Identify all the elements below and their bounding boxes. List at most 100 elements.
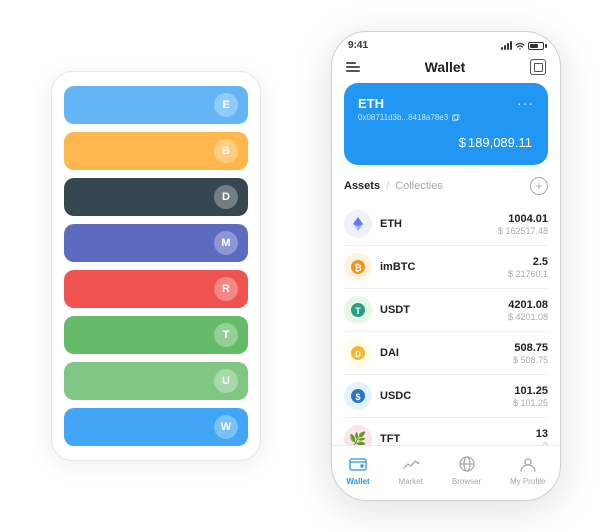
asset-name-dai: DAI: [380, 347, 399, 359]
expand-button[interactable]: [530, 59, 546, 75]
assets-header: Assets / Collecties +: [344, 177, 548, 195]
phone: 9:41 Wallet: [331, 31, 561, 501]
card-icon-7: U: [214, 369, 238, 393]
copy-icon: [452, 114, 460, 122]
card-stack: E B D M R T U W: [51, 71, 261, 461]
wifi-icon: [515, 42, 525, 50]
phone-content: ETH ··· 0x08711d3b...8418a78e3 $189,089.…: [332, 83, 560, 445]
asset-name-eth: ETH: [380, 218, 402, 230]
balance-symbol: $: [459, 135, 466, 150]
profile-icon: [518, 454, 538, 474]
asset-row-dai[interactable]: D DAI 508.75 $ 508.75: [344, 332, 548, 375]
asset-left-tft: 🌿 TFT: [344, 425, 400, 445]
wallet-icon: [348, 454, 368, 474]
signal-icon: [501, 41, 512, 50]
card-icon-2: B: [214, 139, 238, 163]
market-icon: [401, 454, 421, 474]
asset-right-dai: 508.75 $ 508.75: [513, 342, 548, 365]
asset-icon-dai: D: [344, 339, 372, 367]
page-title: Wallet: [425, 59, 466, 75]
asset-right-imbtc: 2.5 $ 21760.1: [508, 256, 548, 279]
card-item-5[interactable]: R: [64, 270, 248, 308]
nav-browser[interactable]: Browser: [452, 454, 481, 486]
asset-amount-tft: 13: [536, 428, 548, 440]
eth-address: 0x08711d3b...8418a78e3: [358, 113, 534, 122]
asset-name-imbtc: imBTC: [380, 261, 415, 273]
asset-row-usdc[interactable]: $ USDC 101.25 $ 101.25: [344, 375, 548, 418]
asset-value-imbtc: $ 21760.1: [508, 269, 548, 279]
asset-amount-usdc: 101.25: [513, 385, 548, 397]
asset-right-tft: 13 0: [536, 428, 548, 446]
card-item-2[interactable]: B: [64, 132, 248, 170]
card-icon-5: R: [214, 277, 238, 301]
svg-text:₿: ₿: [354, 263, 361, 273]
asset-left-usdt: T USDT: [344, 296, 410, 324]
asset-row-eth[interactable]: ETH 1004.01 $ 162517.48: [344, 203, 548, 246]
nav-browser-label: Browser: [452, 477, 481, 486]
card-item-3[interactable]: D: [64, 178, 248, 216]
tab-assets[interactable]: Assets: [344, 180, 380, 192]
card-icon-8: W: [214, 415, 238, 439]
card-icon-4: M: [214, 231, 238, 255]
asset-value-usdt: $ 4201.08: [508, 312, 548, 322]
card-item-7[interactable]: U: [64, 362, 248, 400]
asset-amount-eth: 1004.01: [498, 213, 548, 225]
card-item-1[interactable]: E: [64, 86, 248, 124]
asset-right-eth: 1004.01 $ 162517.48: [498, 213, 548, 236]
asset-amount-dai: 508.75: [513, 342, 548, 354]
asset-name-usdc: USDC: [380, 390, 411, 402]
browser-icon: [457, 454, 477, 474]
menu-button[interactable]: [346, 62, 360, 72]
asset-left-imbtc: ₿ imBTC: [344, 253, 415, 281]
eth-ticker: ETH: [358, 96, 384, 111]
asset-icon-tft: 🌿: [344, 425, 372, 445]
asset-left-eth: ETH: [344, 210, 402, 238]
asset-amount-imbtc: 2.5: [508, 256, 548, 268]
eth-balance: $189,089.11: [358, 130, 534, 153]
svg-text:D: D: [355, 350, 361, 359]
scene: E B D M R T U W 9:41: [21, 16, 581, 516]
add-asset-button[interactable]: +: [530, 177, 548, 195]
battery-icon: [528, 42, 544, 50]
card-icon-3: D: [214, 185, 238, 209]
card-icon-6: T: [214, 323, 238, 347]
nav-profile[interactable]: My Profile: [510, 454, 546, 486]
status-icons: [501, 41, 544, 50]
asset-amount-usdt: 4201.08: [508, 299, 548, 311]
card-item-4[interactable]: M: [64, 224, 248, 262]
asset-value-dai: $ 508.75: [513, 355, 548, 365]
nav-wallet-label: Wallet: [346, 477, 369, 486]
balance-amount: 189,089.11: [468, 135, 532, 150]
asset-row-imbtc[interactable]: ₿ imBTC 2.5 $ 21760.1: [344, 246, 548, 289]
eth-card-header: ETH ···: [358, 95, 534, 111]
card-icon-1: E: [214, 93, 238, 117]
eth-card-menu[interactable]: ···: [517, 95, 534, 111]
asset-icon-usdt: T: [344, 296, 372, 324]
nav-market-label: Market: [399, 477, 423, 486]
asset-list: ETH 1004.01 $ 162517.48 ₿ imBTC: [344, 203, 548, 445]
asset-right-usdt: 4201.08 $ 4201.08: [508, 299, 548, 322]
asset-value-eth: $ 162517.48: [498, 226, 548, 236]
card-item-6[interactable]: T: [64, 316, 248, 354]
card-item-8[interactable]: W: [64, 408, 248, 446]
nav-wallet[interactable]: Wallet: [346, 454, 369, 486]
asset-icon-usdc: $: [344, 382, 372, 410]
tab-collecties[interactable]: Collecties: [395, 180, 443, 192]
status-time: 9:41: [348, 40, 368, 51]
asset-name-tft: TFT: [380, 433, 400, 445]
bottom-nav: Wallet Market: [332, 445, 560, 500]
eth-card[interactable]: ETH ··· 0x08711d3b...8418a78e3 $189,089.…: [344, 83, 548, 165]
asset-row-usdt[interactable]: T USDT 4201.08 $ 4201.08: [344, 289, 548, 332]
status-bar: 9:41: [332, 32, 560, 55]
assets-tabs: Assets / Collecties: [344, 180, 443, 192]
asset-left-usdc: $ USDC: [344, 382, 411, 410]
asset-value-usdc: $ 101.25: [513, 398, 548, 408]
nav-profile-label: My Profile: [510, 477, 546, 486]
asset-row-tft[interactable]: 🌿 TFT 13 0: [344, 418, 548, 445]
svg-text:T: T: [355, 306, 361, 316]
svg-text:$: $: [355, 392, 360, 402]
nav-market[interactable]: Market: [399, 454, 423, 486]
tab-divider: /: [386, 180, 389, 192]
asset-right-usdc: 101.25 $ 101.25: [513, 385, 548, 408]
asset-name-usdt: USDT: [380, 304, 410, 316]
